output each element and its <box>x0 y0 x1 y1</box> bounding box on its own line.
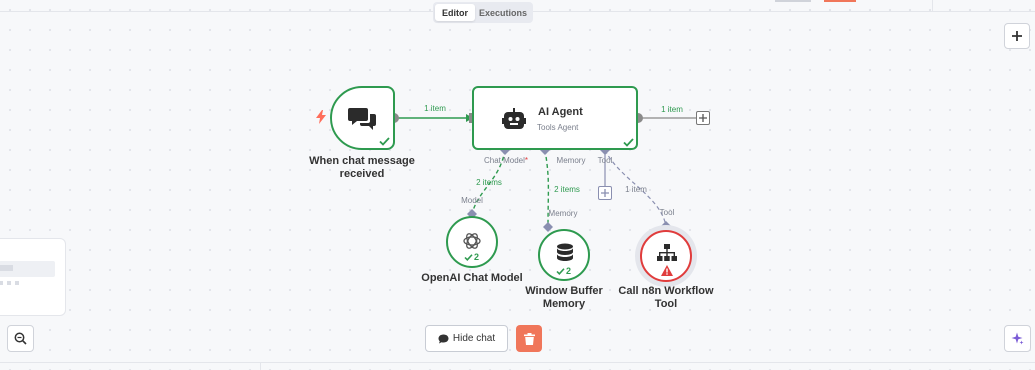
bottom-split <box>260 362 261 370</box>
delete-button[interactable] <box>516 325 542 352</box>
trash-icon <box>523 332 535 345</box>
port-memory-in <box>543 222 553 232</box>
check-icon <box>623 138 634 147</box>
plus-icon <box>601 189 609 197</box>
minimap-dot <box>7 281 11 285</box>
bottom-divider <box>0 362 1035 363</box>
minimap-block <box>0 265 13 271</box>
port-label-model-in: Model <box>461 196 483 205</box>
port-label-memory-in: Memory <box>548 209 578 218</box>
node-call-n8n-workflow-tool[interactable] <box>640 230 692 282</box>
add-output-node-button[interactable] <box>696 111 710 125</box>
chat-icon <box>438 334 449 343</box>
node-ai-agent[interactable]: AI Agent Tools Agent <box>472 86 638 150</box>
port-label-tool: Tool <box>597 156 613 165</box>
check-icon <box>556 267 565 275</box>
check-icon <box>464 253 473 261</box>
plus-icon <box>699 114 707 122</box>
node-openai-chat-model[interactable]: 2 <box>446 216 498 268</box>
ai-assistant-button[interactable] <box>1004 325 1031 352</box>
edge-label-agent-memory: 2 items <box>554 185 580 194</box>
network-icon <box>657 244 677 261</box>
minimap-panel[interactable] <box>0 238 66 316</box>
edge-label-agent-model: 2 items <box>476 178 502 187</box>
trigger-bolt-icon <box>316 110 326 129</box>
database-icon <box>557 243 573 261</box>
node-chat-trigger[interactable] <box>330 86 395 150</box>
sparkle-icon <box>1011 332 1024 345</box>
openai-icon <box>463 233 481 249</box>
robot-icon <box>502 108 526 129</box>
model-node-label: OpenAI Chat Model <box>421 272 523 284</box>
edge-label-trigger-agent: 1 item <box>424 104 446 113</box>
agent-title: AI Agent <box>538 106 583 118</box>
agent-subtitle: Tools Agent <box>537 123 579 132</box>
zoom-button[interactable] <box>7 325 34 352</box>
edge-label-agent-tool: 1 item <box>625 185 647 194</box>
port-label-tool-in: Tool <box>659 208 675 217</box>
model-run-badge: 2 <box>464 252 479 262</box>
memory-node-label: Window Buffer Memory <box>525 285 603 310</box>
minimap-dot <box>0 281 3 285</box>
hide-chat-label: Hide chat <box>452 333 496 344</box>
zoom-out-icon <box>14 332 27 345</box>
chat-bubbles-icon <box>348 108 376 130</box>
edge-label-agent-output: 1 item <box>661 105 683 114</box>
trigger-node-label: When chat message received <box>309 155 415 180</box>
connections-layer <box>389 113 697 232</box>
memory-run-badge: 2 <box>556 266 571 276</box>
port-label-memory: Memory <box>556 156 586 165</box>
check-icon <box>379 137 390 146</box>
minimap-dot <box>15 281 19 285</box>
warning-icon <box>661 265 673 276</box>
node-window-buffer-memory[interactable]: 2 <box>538 229 590 281</box>
tool-node-label: Call n8n Workflow Tool <box>618 285 714 310</box>
add-tool-button[interactable] <box>598 186 612 200</box>
hide-chat-button[interactable]: Hide chat <box>425 325 508 352</box>
port-label-chat-model: Chat Model* <box>483 156 529 165</box>
